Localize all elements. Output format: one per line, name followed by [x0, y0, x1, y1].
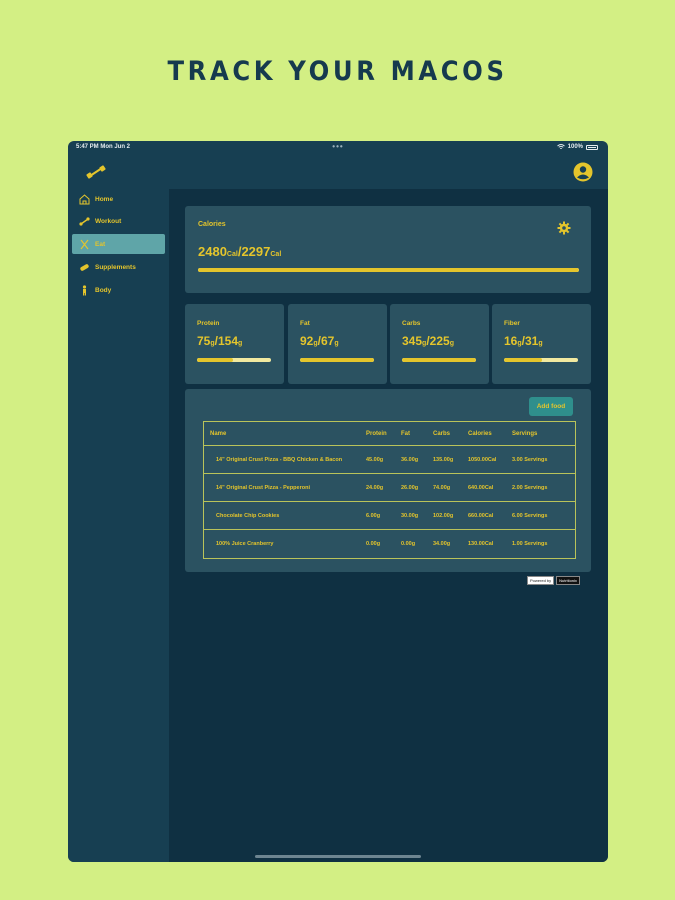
add-food-button[interactable]: Add food: [529, 397, 573, 416]
nutritionix-logo: Nutritionix: [556, 576, 580, 585]
profile-icon[interactable]: [572, 161, 594, 183]
home-indicator[interactable]: [255, 855, 421, 858]
status-time: 5:47 PM Mon Jun 2: [76, 144, 131, 150]
sidebar-item-body[interactable]: Body: [72, 280, 165, 300]
food-protein: 45.00g: [366, 456, 384, 463]
macro-label: Fat: [300, 320, 310, 327]
food-carbs: 34.00g: [433, 541, 451, 547]
sidebar: Home Workout Eat Supplements Body: [68, 189, 168, 862]
sidebar-item-label: Supplements: [95, 263, 136, 271]
food-protein: 24.00g: [366, 484, 384, 491]
food-servings: 3.00 Servings: [512, 456, 548, 463]
multitask-dots-icon[interactable]: •••: [332, 142, 343, 151]
food-fat: 0.00g: [401, 541, 416, 547]
food-table: Name Protein Fat Carbs Calories Servings…: [203, 421, 576, 559]
table-row[interactable]: 14" Original Crust Pizza - Pepperoni 24.…: [204, 474, 575, 502]
food-name: 14" Original Crust Pizza - BBQ Chicken &…: [216, 456, 343, 463]
battery-icon: [586, 144, 598, 150]
macro-value: 345g/225g: [402, 334, 454, 348]
header-name[interactable]: Name: [210, 422, 226, 445]
sidebar-item-home[interactable]: Home: [72, 189, 165, 209]
fat-card: Fat 92g/67g: [288, 304, 387, 384]
food-name: 14" Original Crust Pizza - Pepperoni: [216, 484, 310, 491]
food-log-card: Add food Name Protein Fat Carbs Calories…: [185, 389, 591, 572]
sidebar-item-label: Eat: [95, 240, 106, 248]
table-row[interactable]: 14" Original Crust Pizza - BBQ Chicken &…: [204, 446, 575, 474]
food-protein: 0.00g: [366, 541, 381, 547]
battery-percent: 100%: [567, 144, 583, 150]
table-row[interactable]: 100% Juice Cranberry 0.00g 0.00g 34.00g …: [204, 530, 575, 558]
food-name: 100% Juice Cranberry: [216, 541, 274, 547]
macro-value: 75g/154g: [197, 334, 243, 348]
header-servings[interactable]: Servings: [512, 422, 537, 445]
nutritionix-badge[interactable]: Powered by Nutritionix: [527, 576, 580, 585]
header-protein[interactable]: Protein: [366, 422, 387, 445]
wifi-icon: [556, 144, 565, 149]
sidebar-item-label: Home: [95, 195, 114, 203]
headline: TRACK YOUR MACOS: [167, 56, 508, 87]
macro-label: Protein: [197, 320, 220, 327]
macro-label: Fiber: [504, 320, 520, 327]
sidebar-item-label: Body: [95, 286, 112, 294]
food-calories: 130.00Cal: [468, 541, 494, 547]
table-row[interactable]: Chocolate Chip Cookies 6.00g 30.00g 102.…: [204, 502, 575, 530]
status-bar: 5:47 PM Mon Jun 2 ••• 100%: [68, 141, 608, 155]
food-fat: 30.00g: [401, 512, 419, 519]
table-header: Name Protein Fat Carbs Calories Servings: [204, 422, 575, 446]
food-fat: 26.00g: [401, 484, 419, 491]
protein-progress-bar: [197, 358, 271, 362]
calories-progress-bar: [198, 268, 579, 272]
person-icon: [78, 284, 90, 296]
dumbbell-logo-icon[interactable]: [86, 165, 106, 179]
calories-value: 2480Cal/2297Cal: [198, 244, 282, 259]
header-carbs[interactable]: Carbs: [433, 422, 450, 445]
fork-knife-icon: [78, 238, 90, 250]
ipad-screen: 5:47 PM Mon Jun 2 ••• 100% Home Workout …: [68, 141, 608, 862]
carbs-card: Carbs 345g/225g: [390, 304, 489, 384]
food-carbs: 102.00g: [433, 512, 454, 519]
carbs-progress-bar: [402, 358, 476, 362]
sidebar-item-eat[interactable]: Eat: [72, 234, 165, 254]
fiber-card: Fiber 16g/31g: [492, 304, 591, 384]
header-calories[interactable]: Calories: [468, 422, 492, 445]
home-icon: [78, 193, 90, 205]
food-protein: 6.00g: [366, 512, 381, 519]
food-servings: 1.00 Servings: [512, 541, 548, 547]
powered-by-label: Powered by: [527, 576, 555, 585]
fat-progress-bar: [300, 358, 374, 362]
food-calories: 1050.00Cal: [468, 456, 497, 463]
sidebar-item-workout[interactable]: Workout: [72, 211, 165, 231]
sidebar-item-supplements[interactable]: Supplements: [72, 257, 165, 277]
header-fat[interactable]: Fat: [401, 422, 410, 445]
top-bar: [68, 155, 608, 189]
food-name: Chocolate Chip Cookies: [216, 512, 280, 519]
dumbbell-icon: [78, 215, 90, 227]
food-calories: 640.00Cal: [468, 484, 494, 491]
macro-value: 16g/31g: [504, 334, 543, 348]
protein-card: Protein 75g/154g: [185, 304, 284, 384]
food-carbs: 74.00g: [433, 484, 451, 491]
pill-icon: [78, 261, 90, 273]
main-content: Calories 2480Cal/2297Cal Protein 75g/154…: [169, 189, 608, 862]
food-servings: 6.00 Servings: [512, 512, 548, 519]
food-carbs: 135.00g: [433, 456, 454, 463]
calories-card: Calories 2480Cal/2297Cal: [185, 206, 591, 293]
sidebar-item-label: Workout: [95, 217, 122, 225]
gear-icon[interactable]: [557, 221, 571, 235]
food-servings: 2.00 Servings: [512, 484, 548, 491]
macro-label: Carbs: [402, 320, 421, 327]
macro-value: 92g/67g: [300, 334, 339, 348]
fiber-progress-bar: [504, 358, 578, 362]
calories-label: Calories: [198, 221, 226, 228]
food-calories: 660.00Cal: [468, 512, 494, 519]
food-fat: 36.00g: [401, 456, 419, 463]
